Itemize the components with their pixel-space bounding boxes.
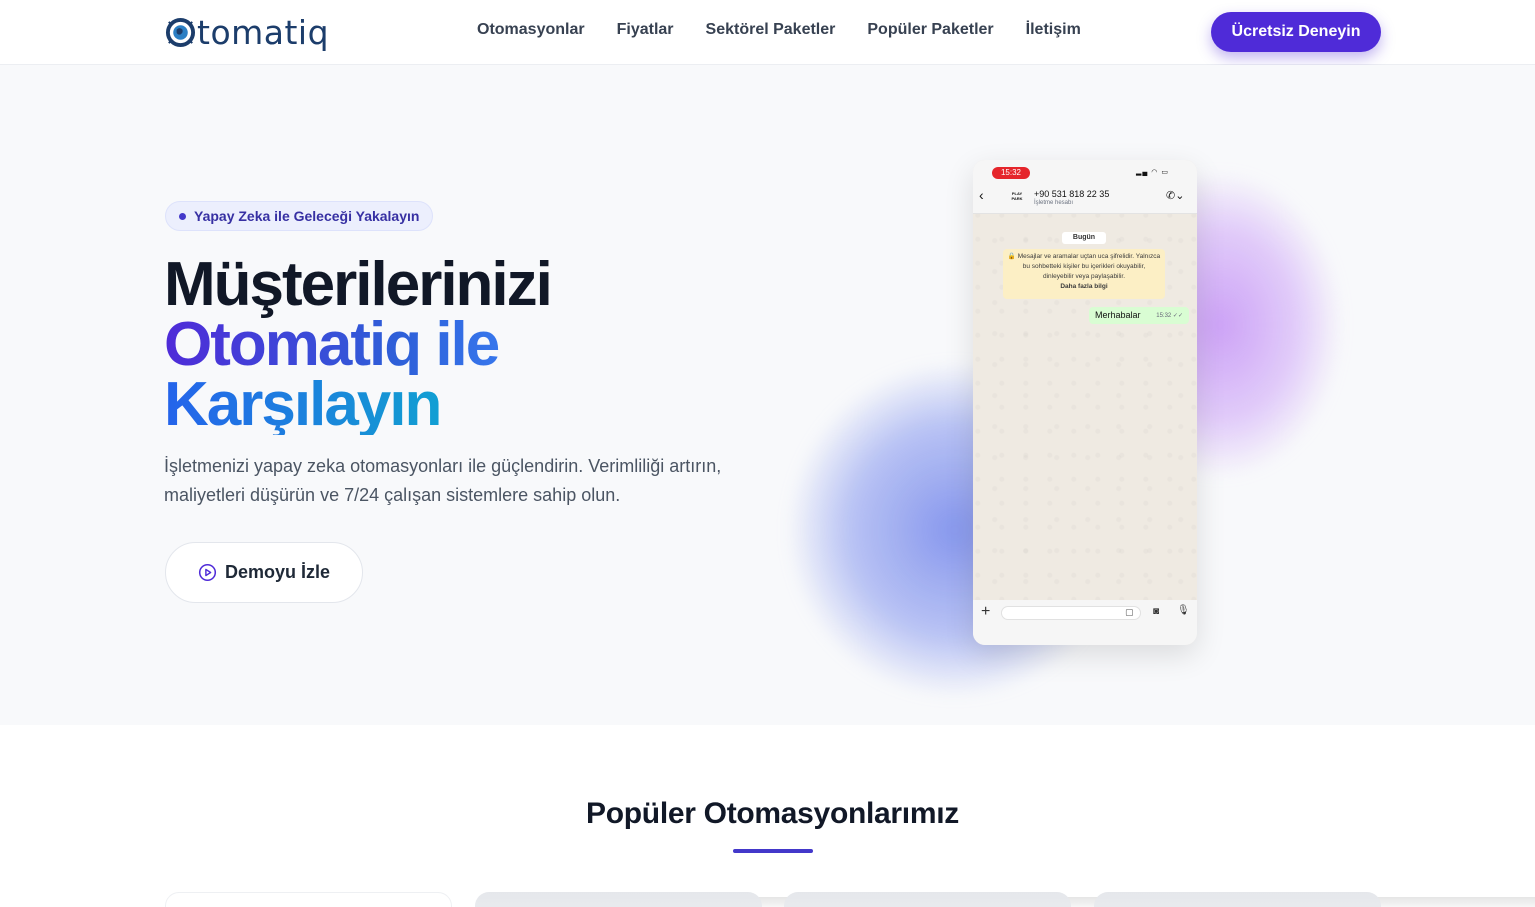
hero-badge: Yapay Zeka ile Geleceği Yakalayın [165, 201, 434, 231]
encryption-notice-text: 🔒 Mesajlar ve aramalar uçtan uca şifreli… [1007, 253, 1161, 280]
back-chevron-icon[interactable]: ‹ [979, 188, 984, 202]
encryption-more-link[interactable]: Daha fazla bilgi [1060, 283, 1107, 290]
chat-input-bar: + ▢ ◙ 🎙 [973, 600, 1197, 645]
hero-section: Yapay Zeka ile Geleceği Yakalayın Müşter… [0, 65, 1535, 725]
encryption-notice: 🔒 Mesajlar ve aramalar uçtan uca şifreli… [1003, 249, 1165, 299]
contact-subtitle: İşletme hesabı [1034, 200, 1074, 206]
free-trial-button[interactable]: Ücretsiz Deneyin [1211, 12, 1381, 52]
hero-title-line3: Karşılayın [164, 374, 551, 436]
hero-title-line1: Müşterilerinizi [164, 250, 553, 319]
phone-time: 15:32 [992, 167, 1030, 179]
watch-demo-label: Demoyu İzle [224, 562, 331, 582]
automation-card[interactable] [475, 892, 762, 907]
date-chip: Bugün [1062, 232, 1106, 244]
attach-plus-icon[interactable]: + [981, 604, 990, 620]
nav-item-otomasyonlar[interactable]: Otomasyonlar [477, 21, 585, 39]
section-underline [733, 849, 813, 853]
chat-message-input[interactable] [1001, 606, 1141, 620]
chat-message-bubble: Merhabalar 15:32 ✓✓ [1089, 307, 1189, 324]
phone-call-icon[interactable]: ✆⌄ [1166, 189, 1184, 202]
hero-title-line2: Otomatiq ile [164, 314, 551, 376]
main-nav: Otomasyonlar Fiyatlar Sektörel Paketler … [477, 21, 1081, 39]
badge-dot-icon [179, 212, 186, 220]
automation-card[interactable] [784, 892, 1071, 907]
nav-item-iletisim[interactable]: İletişim [1026, 21, 1081, 39]
nav-item-populer-paketler[interactable]: Popüler Paketler [867, 21, 993, 39]
section-title: Popüler Otomasyonlarımız [586, 797, 959, 830]
contact-avatar[interactable]: PLAY PARK [1007, 191, 1027, 205]
site-header: tomatiq Otomasyonlar Fiyatlar Sektörel P… [0, 0, 1535, 65]
automation-card[interactable] [1094, 892, 1381, 907]
phone-mockup: 15:32 ▂▄ ◠ ▭ ‹ PLAY PARK +90 531 818 22 … [973, 160, 1197, 645]
logo-globe-icon [165, 17, 196, 47]
hero-description: İşletmenizi yapay zeka otomasyonları ile… [164, 456, 722, 505]
logo-text: tomatiq [197, 12, 330, 52]
chat-message-text: Merhabalar [1095, 310, 1141, 320]
badge-text: Yapay Zeka ile Geleceği Yakalayın [194, 208, 420, 224]
watch-demo-button[interactable]: Demoyu İzle [165, 542, 363, 603]
sticker-icon[interactable]: ▢ [1125, 607, 1134, 618]
nav-item-sektorel-paketler[interactable]: Sektörel Paketler [706, 21, 836, 39]
chat-message-time: 15:32 ✓✓ [1156, 313, 1183, 319]
automation-card[interactable] [165, 892, 452, 907]
signal-wifi-battery-icon: ▂▄ ◠ ▭ [1136, 169, 1169, 176]
camera-icon[interactable]: ◙ [1153, 606, 1159, 617]
hero-title: Müşterilerinizi Otomatiq ile Karşılayın [164, 250, 553, 436]
chat-header: ‹ PLAY PARK +90 531 818 22 35 İşletme he… [973, 182, 1197, 214]
nav-item-fiyatlar[interactable]: Fiyatlar [617, 21, 674, 39]
microphone-icon[interactable]: 🎙 [1177, 605, 1190, 616]
play-circle-icon [198, 563, 217, 582]
logo[interactable]: tomatiq [165, 11, 329, 53]
contact-number[interactable]: +90 531 818 22 35 [1034, 189, 1109, 199]
phone-status-bar: 15:32 ▂▄ ◠ ▭ [973, 160, 1197, 182]
